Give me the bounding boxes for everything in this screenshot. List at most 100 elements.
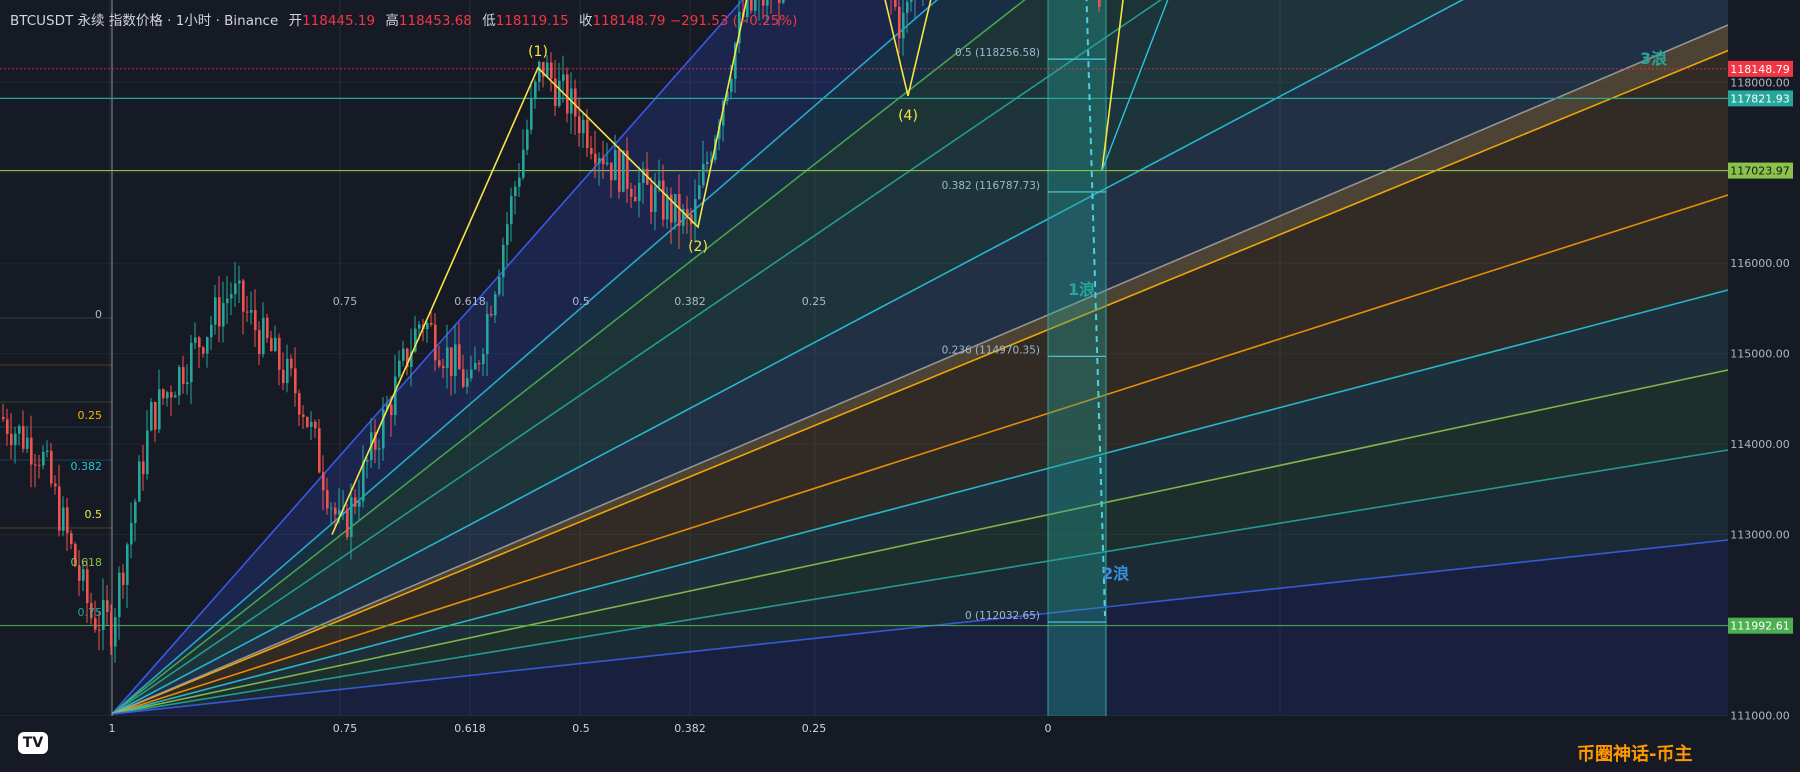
- price-axis-tick: 114000.00: [1730, 438, 1790, 451]
- candle-body: [2, 416, 5, 420]
- price-axis-tick: 111000.00: [1730, 709, 1790, 722]
- wave-1-label-text: 1浪: [1068, 280, 1095, 299]
- price-label-text: 118148.79: [1730, 63, 1790, 76]
- candle-body: [466, 378, 469, 387]
- gann-top-label: 0.75: [333, 295, 358, 308]
- candle-body: [698, 185, 701, 200]
- candle-body: [170, 392, 173, 398]
- candle-body: [34, 464, 37, 466]
- candle-body: [106, 600, 109, 613]
- candle-body: [54, 483, 57, 487]
- candle-body: [66, 507, 69, 534]
- candle-body: [550, 62, 553, 79]
- candle-body: [94, 618, 97, 630]
- candle-body: [686, 208, 689, 215]
- candle-body: [706, 161, 709, 165]
- candle-body: [14, 433, 17, 446]
- candle-body: [266, 317, 269, 339]
- candle-body: [130, 522, 133, 545]
- candle-body: [238, 280, 241, 284]
- gann-bottom-label: 1: [109, 722, 116, 735]
- candle-body: [474, 363, 477, 370]
- candle-body: [114, 617, 117, 647]
- candle-body: [630, 188, 633, 197]
- candle-body: [182, 367, 185, 384]
- candle-body: [202, 347, 205, 354]
- candle-body: [538, 61, 541, 82]
- candle-body: [58, 486, 61, 531]
- candle-body: [162, 389, 165, 399]
- candle-body: [566, 74, 569, 114]
- candle-body: [18, 426, 21, 434]
- candle-body: [38, 464, 41, 466]
- candle-body: [346, 508, 349, 537]
- candle-body: [470, 369, 473, 379]
- gann-top-label: 0.25: [802, 295, 827, 308]
- candle-body: [590, 148, 593, 154]
- gann-left-label: 0.75: [78, 606, 103, 619]
- candle-body: [730, 78, 733, 92]
- candle-body: [302, 414, 305, 417]
- candle-body: [582, 119, 585, 134]
- candle-body: [178, 367, 181, 396]
- low-value: 118119.15: [495, 13, 569, 29]
- candle-body: [418, 324, 421, 329]
- candle-body: [898, 6, 901, 39]
- candle-body: [894, 0, 897, 7]
- candle-body: [518, 177, 521, 187]
- candle-body: [126, 544, 129, 585]
- candle-body: [598, 158, 601, 164]
- candle-body: [210, 324, 213, 338]
- candle-body: [558, 80, 561, 106]
- candle-body: [618, 150, 621, 192]
- candle-body: [910, 0, 913, 2]
- candle-body: [438, 360, 441, 366]
- candle-body: [434, 324, 437, 361]
- candle-body: [50, 450, 53, 484]
- gann-bottom-label: 0.25: [802, 722, 827, 735]
- candle-body: [514, 186, 517, 196]
- price-axis-background: [1728, 0, 1800, 772]
- candle-body: [782, 0, 785, 3]
- candle-body: [10, 433, 13, 446]
- candle-body: [334, 507, 337, 515]
- candle-body: [122, 572, 125, 585]
- candle-body: [350, 497, 353, 537]
- candle-body: [494, 294, 497, 316]
- close-value: 118148.79: [592, 13, 666, 29]
- gann-bottom-label: 0.5: [572, 722, 590, 735]
- candle-body: [70, 533, 73, 544]
- candle-body: [194, 337, 197, 343]
- candle-body: [246, 311, 249, 313]
- price-axis-tick: 116000.00: [1730, 257, 1790, 270]
- price-chart[interactable]: 1.618 (132173.28)1 (124480.51)0.786 (121…: [0, 0, 1800, 772]
- candle-body: [594, 153, 597, 164]
- candle-body: [250, 310, 253, 313]
- open-value: 118445.19: [302, 13, 376, 29]
- candle-body: [134, 501, 137, 523]
- candle-body: [110, 612, 113, 647]
- gann-bottom-label: 0: [1045, 722, 1052, 735]
- candle-body: [218, 297, 221, 327]
- candle-body: [286, 358, 289, 384]
- candle-body: [402, 348, 405, 361]
- candle-body: [654, 186, 657, 213]
- candle-body: [206, 337, 209, 354]
- candle-body: [482, 354, 485, 365]
- candle-body: [86, 569, 89, 604]
- fib-level-label: 0 (112032.65): [965, 610, 1040, 622]
- candle-body: [530, 98, 533, 130]
- candle-body: [506, 224, 509, 245]
- wave-1-label: (4): [898, 108, 918, 124]
- candle-body: [198, 337, 201, 348]
- price-axis: 134000.00133000.00132000.00131000.001300…: [1728, 0, 1800, 772]
- candle-body: [82, 569, 85, 581]
- candle-body: [138, 461, 141, 502]
- candle-body: [490, 313, 493, 316]
- candle-body: [578, 116, 581, 134]
- candle-body: [262, 317, 265, 355]
- candle-body: [190, 342, 193, 383]
- candle-body: [702, 164, 705, 186]
- candle-body: [510, 195, 513, 225]
- tradingview-logo[interactable]: TV: [18, 732, 48, 754]
